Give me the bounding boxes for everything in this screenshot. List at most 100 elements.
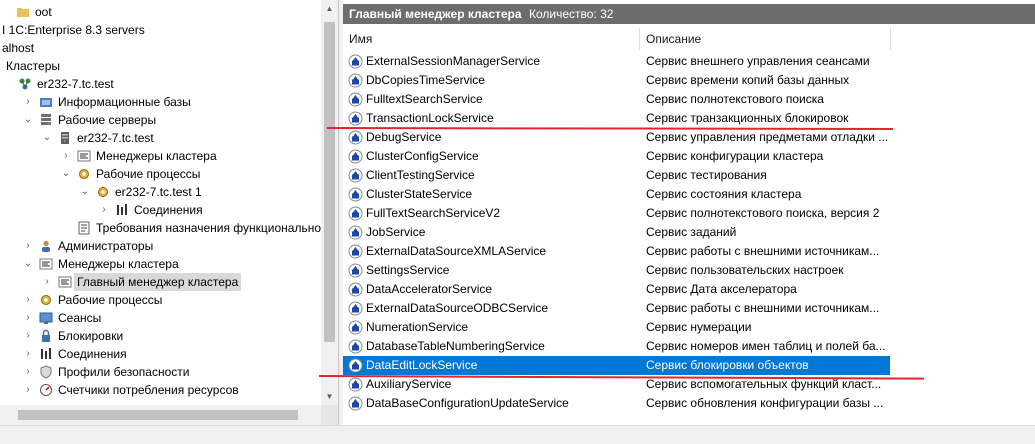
expand-arrow-icon[interactable]: › xyxy=(61,147,71,165)
service-row[interactable]: DataEditLockService Сервис блокировки объ… xyxy=(343,356,890,375)
manager-icon xyxy=(58,275,72,289)
service-icon xyxy=(348,54,363,69)
service-description: Сервис работы с внешними источникам... xyxy=(646,244,880,258)
service-name: DataAcceleratorService xyxy=(366,282,493,296)
tree-node-label: Менеджеры кластера xyxy=(58,257,179,271)
column-header-description[interactable]: Описание xyxy=(646,28,701,50)
column-header-name[interactable]: Имя xyxy=(349,28,639,50)
processes-icon xyxy=(39,293,53,307)
tree-node-label: er232-7.tc.test xyxy=(37,77,114,91)
service-description: Сервис полнотекстового поиска xyxy=(646,92,824,106)
scrollbar-thumb[interactable] xyxy=(324,22,335,342)
service-name: ClusterStateService xyxy=(366,187,473,201)
service-icon xyxy=(348,225,363,240)
expand-arrow-icon[interactable]: › xyxy=(23,381,33,399)
service-name: ClientTestingService xyxy=(366,168,475,182)
service-row[interactable]: JobService Сервис заданий xyxy=(343,223,890,242)
tree-node-label: alhost xyxy=(2,41,35,55)
panel-header: Главный менеджер кластера Количество: 32 xyxy=(343,4,1035,24)
service-description: Сервис номеров имен таблиц и полей ба... xyxy=(646,339,886,353)
collapse-arrow-icon[interactable]: ⌄ xyxy=(61,165,71,183)
service-name: SettingsService xyxy=(366,263,450,277)
service-row[interactable]: DatabaseTableNumberingService Сервис номе… xyxy=(343,337,890,356)
service-row[interactable]: NumerationService Сервис нумерации xyxy=(343,318,890,337)
counters-icon xyxy=(39,383,53,397)
expand-arrow-icon[interactable]: › xyxy=(42,273,52,291)
service-name: DebugService xyxy=(366,130,442,144)
service-row[interactable]: DataBaseConfigurationUpdateService Сервис… xyxy=(343,394,890,413)
column-divider[interactable] xyxy=(890,28,891,50)
service-icon xyxy=(348,244,363,259)
collapse-arrow-icon[interactable]: ⌄ xyxy=(23,255,33,273)
service-row[interactable]: SettingsService Сервис пользовательских н… xyxy=(343,261,890,280)
expand-arrow-icon[interactable]: › xyxy=(99,201,109,219)
tree-node-label: Соединения xyxy=(134,203,203,217)
processes-icon xyxy=(77,167,91,181)
service-description: Сервис заданий xyxy=(646,225,737,239)
collapse-arrow-icon[interactable]: ⌄ xyxy=(42,129,52,147)
column-divider[interactable] xyxy=(639,28,640,50)
service-name: DataEditLockService xyxy=(366,358,478,372)
tree-node-label: Информационные базы xyxy=(58,95,191,109)
service-description: Сервис нумерации xyxy=(646,320,752,334)
scroll-up-icon[interactable]: ▲ xyxy=(321,0,338,17)
service-description: Сервис тестирования xyxy=(646,168,767,182)
collapse-arrow-icon[interactable]: ⌄ xyxy=(23,111,33,129)
service-icon xyxy=(348,358,363,373)
tree-node-label: Счетчики потребления ресурсов xyxy=(58,383,239,397)
service-row[interactable]: TransactionLockService Сервис транзакцион… xyxy=(343,109,890,128)
tree-node-label: Соединения xyxy=(58,347,127,361)
servers-icon xyxy=(39,113,53,127)
service-row[interactable]: FullTextSearchServiceV2 Сервис полнотекст… xyxy=(343,204,890,223)
service-name: ExternalSessionManagerService xyxy=(366,54,541,68)
expand-arrow-icon[interactable]: › xyxy=(23,363,33,381)
service-icon xyxy=(348,168,363,183)
tree-node-label: Администраторы xyxy=(58,239,154,253)
service-row[interactable]: DbCopiesTimeService Сервис времени копий … xyxy=(343,71,890,90)
collapse-arrow-icon[interactable]: ⌄ xyxy=(80,183,90,201)
service-row[interactable]: ClusterStateService Сервис состояния клас… xyxy=(343,185,890,204)
service-description: Сервис внешнего управления сеансами xyxy=(646,54,870,68)
service-row[interactable]: ClientTestingService Сервис тестирования xyxy=(343,166,890,185)
service-description: Сервис Дата акселератора xyxy=(646,282,797,296)
managers-icon xyxy=(77,149,91,163)
connections-icon xyxy=(115,203,129,217)
tree-node-label: Требования назначения функциональност xyxy=(96,221,333,235)
service-row[interactable]: DataAcceleratorService Сервис Дата акселе… xyxy=(343,280,890,299)
tree-node-label: Блокировки xyxy=(58,329,124,343)
service-description: Сервис обновления конфигурации базы ... xyxy=(646,396,884,410)
service-name: DatabaseTableNumberingService xyxy=(366,339,545,353)
service-icon xyxy=(348,339,363,354)
tree-horizontal-scrollbar[interactable] xyxy=(0,405,321,425)
service-icon xyxy=(348,377,363,392)
scroll-down-icon[interactable]: ▼ xyxy=(321,388,338,405)
details-pane: Главный менеджер кластера Количество: 32… xyxy=(343,0,1035,425)
connections-icon xyxy=(39,347,53,361)
service-description: Сервис работы с внешними источникам... xyxy=(646,301,880,315)
service-row[interactable]: DebugService Сервис управления предметами… xyxy=(343,128,890,147)
expand-arrow-icon[interactable]: › xyxy=(23,309,33,327)
service-row[interactable]: ExternalDataSourceXMLAService Сервис рабо… xyxy=(343,242,890,261)
tree-node-label: I 1C:Enterprise 8.3 servers xyxy=(2,23,145,37)
expand-arrow-icon[interactable]: › xyxy=(23,237,33,255)
security-profiles-icon xyxy=(39,365,53,379)
service-icon xyxy=(348,130,363,145)
expand-arrow-icon[interactable]: › xyxy=(23,93,33,111)
service-row[interactable]: ClusterConfigService Сервис конфигурации … xyxy=(343,147,890,166)
service-row[interactable]: FulltextSearchService Сервис полнотекстов… xyxy=(343,90,890,109)
expand-arrow-icon[interactable]: › xyxy=(23,291,33,309)
service-row[interactable]: ExternalSessionManagerService Сервис внеш… xyxy=(343,52,890,71)
service-name: FulltextSearchService xyxy=(366,92,483,106)
service-description: Сервис полнотекстового поиска, версия 2 xyxy=(646,206,880,220)
service-icon xyxy=(348,187,363,202)
scrollbar-thumb[interactable] xyxy=(18,410,298,420)
tree-node-label: Рабочие процессы xyxy=(58,293,163,307)
expand-arrow-icon[interactable]: › xyxy=(23,345,33,363)
service-description: Сервис пользовательских настроек xyxy=(646,263,844,277)
service-icon xyxy=(348,149,363,164)
service-row[interactable]: ExternalDataSourceODBCService Сервис рабо… xyxy=(343,299,890,318)
tree-vertical-scrollbar[interactable]: ▲ ▼ xyxy=(321,0,338,405)
tree-node-label: oot xyxy=(35,5,52,19)
expand-arrow-icon[interactable]: › xyxy=(23,327,33,345)
service-name: FullTextSearchServiceV2 xyxy=(366,206,501,220)
